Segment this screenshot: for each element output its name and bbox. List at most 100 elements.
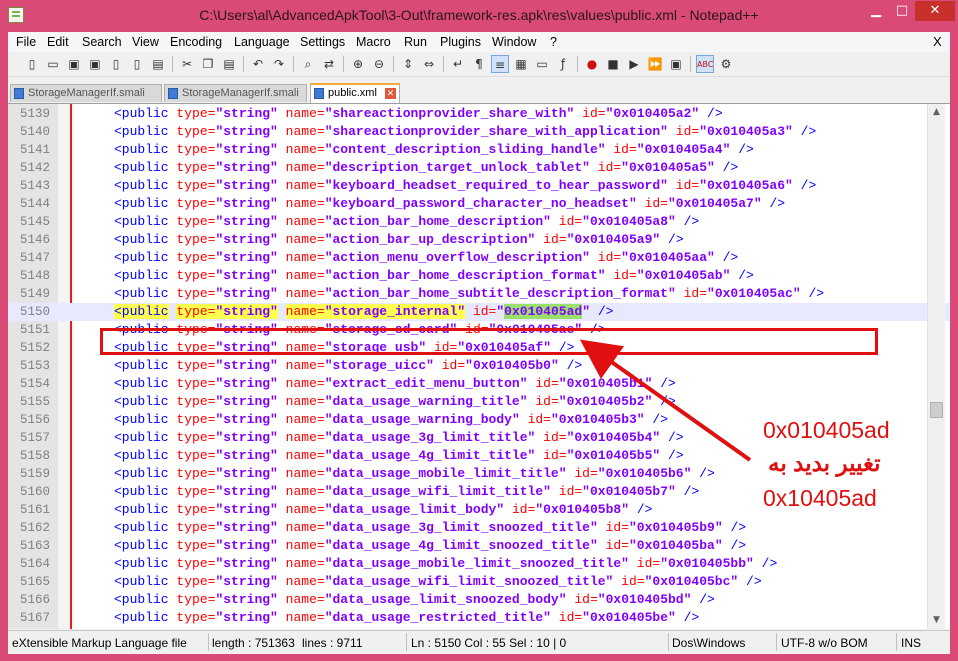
spell-check-icon[interactable]: ABC: [696, 55, 714, 73]
function-list-icon[interactable]: ƒ: [554, 55, 572, 73]
menu-run[interactable]: Run: [404, 35, 427, 49]
scroll-down-icon[interactable]: ▼: [928, 612, 945, 629]
code-text: <public type="string" name="shareactionp…: [114, 105, 723, 123]
code-line[interactable]: 5142 <public type="string" name="descript…: [8, 159, 950, 177]
menu-plugins[interactable]: Plugins: [440, 35, 481, 49]
menu-macro[interactable]: Macro: [356, 35, 391, 49]
tab-storagemanager-1[interactable]: StorageManagerIf.smali: [10, 84, 162, 102]
code-line[interactable]: 5150 <public type="string" name="storage_…: [8, 303, 950, 321]
code-token: ": [667, 196, 676, 211]
play-macro-icon[interactable]: ▶: [625, 55, 643, 73]
code-token: name=: [285, 124, 325, 139]
code-token: id=: [574, 466, 598, 481]
settings-icon[interactable]: ⚙: [717, 55, 735, 73]
vertical-scrollbar[interactable]: ▲ ▼: [927, 104, 945, 629]
show-all-chars-icon[interactable]: ¶: [470, 55, 488, 73]
editor-pane[interactable]: 5139 <public type="string" name="shareact…: [8, 104, 950, 629]
record-macro-icon[interactable]: ●: [583, 55, 601, 73]
code-line[interactable]: 5139 <public type="string" name="shareact…: [8, 105, 950, 123]
code-token: 0x010405ba: [636, 538, 715, 553]
save-all-icon[interactable]: ▣: [86, 55, 104, 73]
code-token: name=: [285, 538, 325, 553]
close-icon[interactable]: ▯: [107, 55, 125, 73]
code-line[interactable]: 5167 <public type="string" name="data_usa…: [8, 609, 950, 627]
menu-encoding[interactable]: Encoding: [170, 35, 222, 49]
print-icon[interactable]: ▤: [149, 55, 167, 73]
menu-window[interactable]: Window: [492, 35, 536, 49]
code-token: type=: [176, 106, 216, 121]
copy-icon[interactable]: ❐: [199, 55, 217, 73]
code-text: <public type="string" name="data_usage_w…: [114, 483, 699, 501]
code-line[interactable]: 5146 <public type="string" name="action_b…: [8, 231, 950, 249]
code-line[interactable]: 5149 <public type="string" name="action_b…: [8, 285, 950, 303]
title-bar[interactable]: C:\Users\al\AdvancedApkTool\3-Out\framew…: [0, 0, 958, 32]
folder-icon[interactable]: ▭: [533, 55, 551, 73]
file-icon: [168, 88, 178, 99]
redo-icon[interactable]: ↷: [270, 55, 288, 73]
code-line[interactable]: 5145 <public type="string" name="action_b…: [8, 213, 950, 231]
status-divider: [776, 633, 777, 651]
word-wrap-icon[interactable]: ↵: [449, 55, 467, 73]
save-icon[interactable]: ▣: [65, 55, 83, 73]
code-line[interactable]: 5144 <public type="string" name="keyboard…: [8, 195, 950, 213]
code-token: />: [636, 502, 653, 517]
menu-file[interactable]: File: [16, 35, 36, 49]
annotation-old-id: 0x010405ad: [763, 417, 890, 443]
code-line[interactable]: 5166 <public type="string" name="data_usa…: [8, 591, 950, 609]
code-line[interactable]: 5165 <public type="string" name="data_usa…: [8, 573, 950, 591]
doc-map-icon[interactable]: ▦: [512, 55, 530, 73]
scroll-thumb[interactable]: [930, 402, 943, 418]
sync-horizontal-icon[interactable]: ⇔: [420, 55, 438, 73]
code-line[interactable]: 5162 <public type="string" name="data_usa…: [8, 519, 950, 537]
code-line[interactable]: 5155 <public type="string" name="data_usa…: [8, 393, 950, 411]
code-token: "string": [215, 286, 278, 301]
code-token: type=: [176, 538, 216, 553]
stop-record-icon[interactable]: ■: [604, 55, 622, 73]
window-title: C:\Users\al\AdvancedApkTool\3-Out\framew…: [199, 7, 759, 23]
zoom-out-icon[interactable]: ⊖: [370, 55, 388, 73]
code-token: ": [707, 250, 715, 265]
tab-public-xml[interactable]: public.xml ✕: [310, 83, 400, 103]
menu-settings[interactable]: Settings: [300, 35, 345, 49]
code-token: ": [621, 556, 629, 571]
open-file-icon[interactable]: ▭: [44, 55, 62, 73]
code-line[interactable]: 5164 <public type="string" name="data_usa…: [8, 555, 950, 573]
code-token: action_bar_home_description_format: [332, 268, 598, 283]
code-token: id=: [535, 394, 559, 409]
code-line[interactable]: 5148 <public type="string" name="action_b…: [8, 267, 950, 285]
minimize-button[interactable]: ▁: [863, 1, 889, 21]
sync-vertical-icon[interactable]: ⇕: [399, 55, 417, 73]
code-line[interactable]: 5147 <public type="string" name="action_m…: [8, 249, 950, 267]
undo-icon[interactable]: ↶: [249, 55, 267, 73]
close-tab-icon[interactable]: ✕: [385, 88, 396, 99]
code-line[interactable]: 5141 <public type="string" name="content_…: [8, 141, 950, 159]
code-line[interactable]: 5154 <public type="string" name="extract_…: [8, 375, 950, 393]
save-macro-icon[interactable]: ▣: [667, 55, 685, 73]
code-token: ": [660, 178, 668, 193]
replace-icon[interactable]: ⇄: [320, 55, 338, 73]
zoom-in-icon[interactable]: ⊕: [349, 55, 367, 73]
code-token: ": [558, 466, 567, 481]
menu-view[interactable]: View: [132, 35, 159, 49]
new-file-icon[interactable]: ▯: [23, 55, 41, 73]
menu-language[interactable]: Language: [234, 35, 290, 49]
code-token: <public: [114, 196, 169, 211]
close-document-button[interactable]: X: [933, 34, 942, 49]
paste-icon[interactable]: ▤: [220, 55, 238, 73]
tab-storagemanager-2[interactable]: StorageManagerIf.smali: [164, 84, 307, 102]
code-line[interactable]: 5143 <public type="string" name="keyboard…: [8, 177, 950, 195]
close-all-icon[interactable]: ▯: [128, 55, 146, 73]
maximize-button[interactable]: □: [889, 1, 915, 21]
scroll-up-icon[interactable]: ▲: [928, 104, 945, 121]
close-button[interactable]: ✕: [915, 1, 955, 21]
menu-search[interactable]: Search: [82, 35, 122, 49]
code-line[interactable]: 5163 <public type="string" name="data_usa…: [8, 537, 950, 555]
code-line[interactable]: 5140 <public type="string" name="shareact…: [8, 123, 950, 141]
code-line[interactable]: 5153 <public type="string" name="storage_…: [8, 357, 950, 375]
find-icon[interactable]: ⌕: [299, 55, 317, 73]
cut-icon[interactable]: ✂: [178, 55, 196, 73]
menu-help[interactable]: ?: [550, 35, 557, 49]
play-multiple-icon[interactable]: ⏩: [646, 55, 664, 73]
indent-guide-icon[interactable]: ≡: [491, 55, 509, 73]
menu-edit[interactable]: Edit: [47, 35, 69, 49]
